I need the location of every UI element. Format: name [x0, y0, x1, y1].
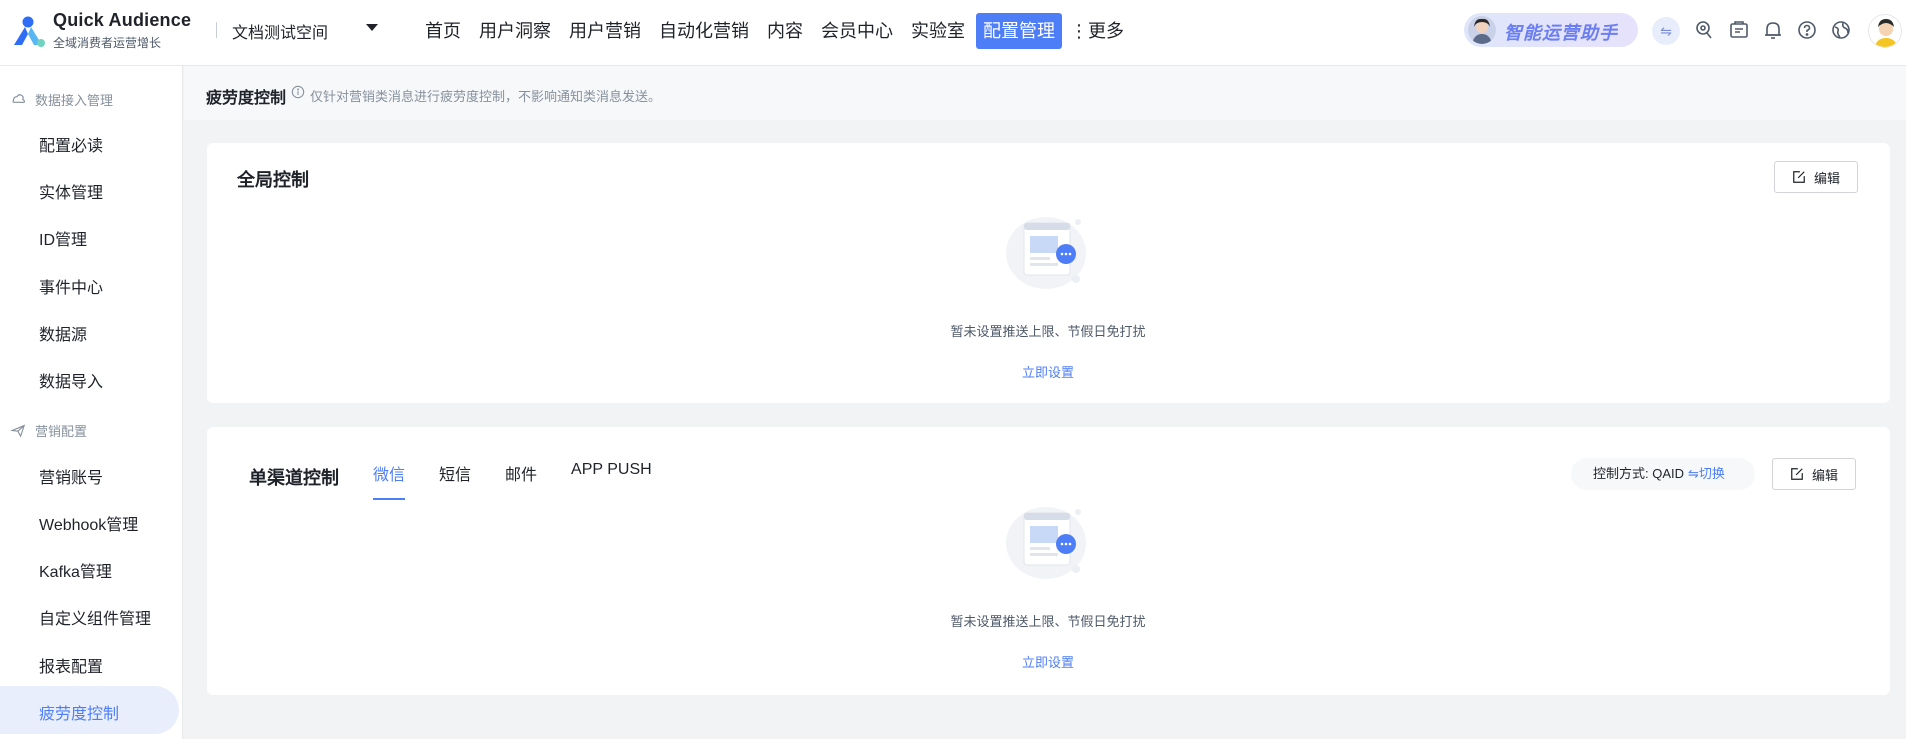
nav-member-center[interactable]: 会员中心	[814, 13, 900, 49]
card-title: 单渠道控制	[249, 468, 339, 488]
set-now-link[interactable]: 立即设置	[988, 652, 1108, 671]
global-control-card: 全局控制 编辑 暂未设置推送上限、节假日免打扰 立即设置	[207, 143, 1890, 403]
edit-icon	[1793, 171, 1805, 183]
header-divider	[216, 22, 217, 38]
nav-config-management[interactable]: 配置管理	[976, 13, 1062, 49]
tab-email[interactable]: 邮件	[505, 461, 537, 491]
sidebar-item-event-center[interactable]: 事件中心	[39, 274, 103, 298]
top-header: Quick Audience 全域消费者运营增长 文档测试空间 首页 用户洞察 …	[0, 0, 1906, 66]
bell-icon[interactable]	[1761, 18, 1785, 42]
sidebar-item-data-source[interactable]: 数据源	[39, 321, 87, 345]
tab-app-push[interactable]: APP PUSH	[571, 461, 652, 491]
main-nav: 首页 用户洞察 用户营销 自动化营销 内容 会员中心 实验室 配置管理 ⋮更多	[418, 13, 1124, 49]
set-now-link[interactable]: 立即设置	[988, 362, 1108, 381]
globe-icon[interactable]	[1829, 18, 1853, 42]
sidebar-item-data-import[interactable]: 数据导入	[39, 368, 103, 392]
edit-button[interactable]: 编辑	[1772, 458, 1856, 490]
assistant-label: 智能运营助手	[1504, 23, 1618, 43]
sidebar-item-custom-component[interactable]: 自定义组件管理	[39, 605, 151, 629]
chevron-down-icon[interactable]	[366, 24, 378, 31]
brand-title: Quick Audience	[53, 10, 192, 30]
sidebar-group-label: 营销配置	[35, 424, 88, 439]
nav-content[interactable]: 内容	[760, 13, 810, 49]
sidebar-item-id-management[interactable]: ID管理	[39, 226, 87, 250]
switch-icon[interactable]: ⇋	[1652, 17, 1680, 45]
tab-wechat[interactable]: 微信	[373, 461, 406, 500]
sidebar-item-entity-management[interactable]: 实体管理	[39, 179, 103, 203]
empty-state-illustration	[1006, 507, 1086, 579]
sidebar-group-label: 数据接入管理	[35, 93, 114, 108]
sidebar-item-kafka-management[interactable]: Kafka管理	[39, 558, 112, 582]
sidebar-item-webhook-management[interactable]: Webhook管理	[39, 511, 138, 535]
sidebar-group-marketing-config[interactable]: 营销配置	[10, 421, 87, 440]
page-tip: 仅针对营销类消息进行疲劳度控制，不影响通知类消息发送。	[310, 89, 662, 104]
message-box-icon[interactable]	[1727, 18, 1751, 42]
send-icon	[10, 424, 26, 438]
ai-assistant-button[interactable]: 智能运营助手	[1464, 13, 1638, 47]
edit-icon	[1791, 468, 1803, 480]
channel-control-card: 单渠道控制 微信 短信 邮件 APP PUSH 控制方式: QAID ⇋切换 编辑…	[207, 427, 1890, 695]
sidebar-item-config-readme[interactable]: 配置必读	[39, 132, 103, 156]
nav-user-insight[interactable]: 用户洞察	[472, 13, 558, 49]
tab-sms[interactable]: 短信	[439, 461, 471, 491]
empty-state-text: 暂未设置推送上限、节假日免打扰	[950, 324, 1146, 339]
empty-state-text: 暂未设置推送上限、节假日免打扰	[950, 614, 1146, 629]
control-mode: 控制方式: QAID ⇋切换	[1571, 458, 1755, 490]
empty-state-illustration	[1006, 217, 1086, 289]
sidebar-item-fatigue-control[interactable]: 疲劳度控制	[39, 700, 119, 724]
edit-button-label: 编辑	[1813, 170, 1840, 186]
info-icon	[291, 85, 305, 99]
help-icon[interactable]	[1795, 18, 1819, 42]
sidebar-item-report-config[interactable]: 报表配置	[39, 653, 103, 677]
assistant-avatar	[1468, 16, 1496, 44]
map-pin-icon[interactable]	[1692, 18, 1716, 42]
nav-user-marketing[interactable]: 用户营销	[562, 13, 648, 49]
quick-audience-logo[interactable]	[10, 13, 46, 49]
channel-tabs: 微信 短信 邮件 APP PUSH	[373, 461, 686, 500]
nav-home[interactable]: 首页	[418, 13, 468, 49]
edit-button-label: 编辑	[1811, 467, 1838, 483]
edit-button[interactable]: 编辑	[1774, 161, 1858, 193]
nav-more[interactable]: ⋮更多	[1066, 13, 1124, 49]
sidebar-item-marketing-account[interactable]: 营销账号	[39, 464, 103, 488]
cloud-icon	[12, 94, 25, 103]
page-title: 疲劳度控制	[206, 90, 287, 107]
sidebar-group-data-access[interactable]: 数据接入管理	[10, 90, 113, 109]
brand-subtitle: 全域消费者运营增长	[53, 36, 162, 50]
user-avatar[interactable]	[1868, 14, 1902, 48]
card-title: 全局控制	[237, 170, 309, 190]
control-mode-label: 控制方式: QAID	[1593, 466, 1685, 481]
workspace-selector[interactable]: 文档测试空间	[232, 19, 328, 43]
nav-automation-marketing[interactable]: 自动化营销	[652, 13, 756, 49]
brand: Quick Audience 全域消费者运营增长	[53, 10, 191, 51]
nav-lab[interactable]: 实验室	[904, 13, 972, 49]
sidebar: 数据接入管理 配置必读 实体管理 ID管理 事件中心 数据源 数据导入 营销配置…	[0, 66, 183, 739]
switch-control-mode-link[interactable]: ⇋切换	[1688, 466, 1725, 481]
